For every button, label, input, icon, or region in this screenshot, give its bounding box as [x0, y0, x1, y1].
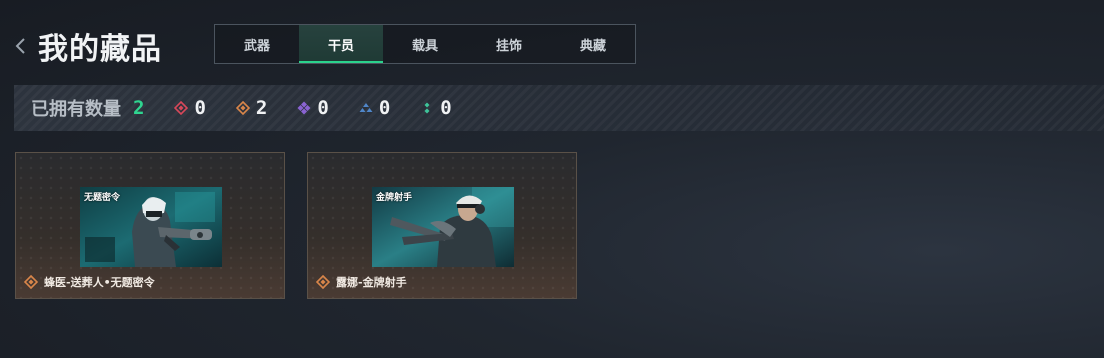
owned-count-total: 2 [133, 97, 145, 119]
page-title: 我的藏品 [38, 32, 162, 67]
owned-stats-bar: 已拥有数量 2 0 2 0 0 0 [14, 85, 1104, 131]
orange-diamond-icon [316, 275, 330, 289]
blue-triangle-icon [359, 103, 373, 112]
item-name: 蜂医-送葬人•无题密令 [44, 276, 155, 289]
category-tabs: 武器 干员 载具 挂饰 典藏 [214, 24, 636, 64]
tab-vehicles[interactable]: 载具 [383, 25, 467, 63]
operator-skin-image: 无题密令 [80, 187, 222, 267]
rarity-red-stat: 0 [174, 97, 206, 119]
image-caption: 无题密令 [84, 193, 121, 203]
image-caption: 金牌射手 [376, 193, 413, 203]
back-button[interactable] [14, 36, 28, 56]
operator-skin-image: 金牌射手 [372, 187, 514, 267]
red-diamond-icon [174, 101, 189, 115]
rarity-purple-stat: 0 [297, 97, 329, 119]
card-footer: 蜂医-送葬人•无题密令 [24, 274, 155, 290]
rarity-purple-count: 0 [317, 97, 329, 119]
tab-collectibles[interactable]: 典藏 [551, 25, 635, 63]
purple-diamond-icon [297, 101, 311, 115]
rarity-green-count: 0 [440, 97, 452, 119]
rarity-orange-stat: 2 [235, 97, 268, 119]
green-dots-icon [424, 102, 430, 114]
tab-weapons[interactable]: 武器 [215, 25, 299, 63]
orange-diamond-icon [235, 101, 250, 115]
card-footer: 露娜-金牌射手 [316, 274, 407, 290]
rarity-blue-stat: 0 [359, 97, 390, 119]
collection-card[interactable]: 无题密令 蜂医-送葬人•无题密令 [15, 152, 285, 299]
rarity-red-count: 0 [194, 97, 206, 119]
owned-count-label: 已拥有数量 [31, 99, 121, 120]
tab-operators[interactable]: 干员 [299, 25, 383, 63]
collection-card[interactable]: 金牌射手 露娜-金牌射手 [307, 152, 577, 299]
rarity-orange-count: 2 [255, 97, 268, 119]
rarity-green-stat: 0 [420, 97, 452, 119]
tab-charms[interactable]: 挂饰 [467, 25, 551, 63]
item-name: 露娜-金牌射手 [336, 276, 407, 289]
chevron-left-icon [15, 38, 25, 54]
orange-diamond-icon [24, 275, 38, 289]
rarity-blue-count: 0 [378, 97, 391, 119]
